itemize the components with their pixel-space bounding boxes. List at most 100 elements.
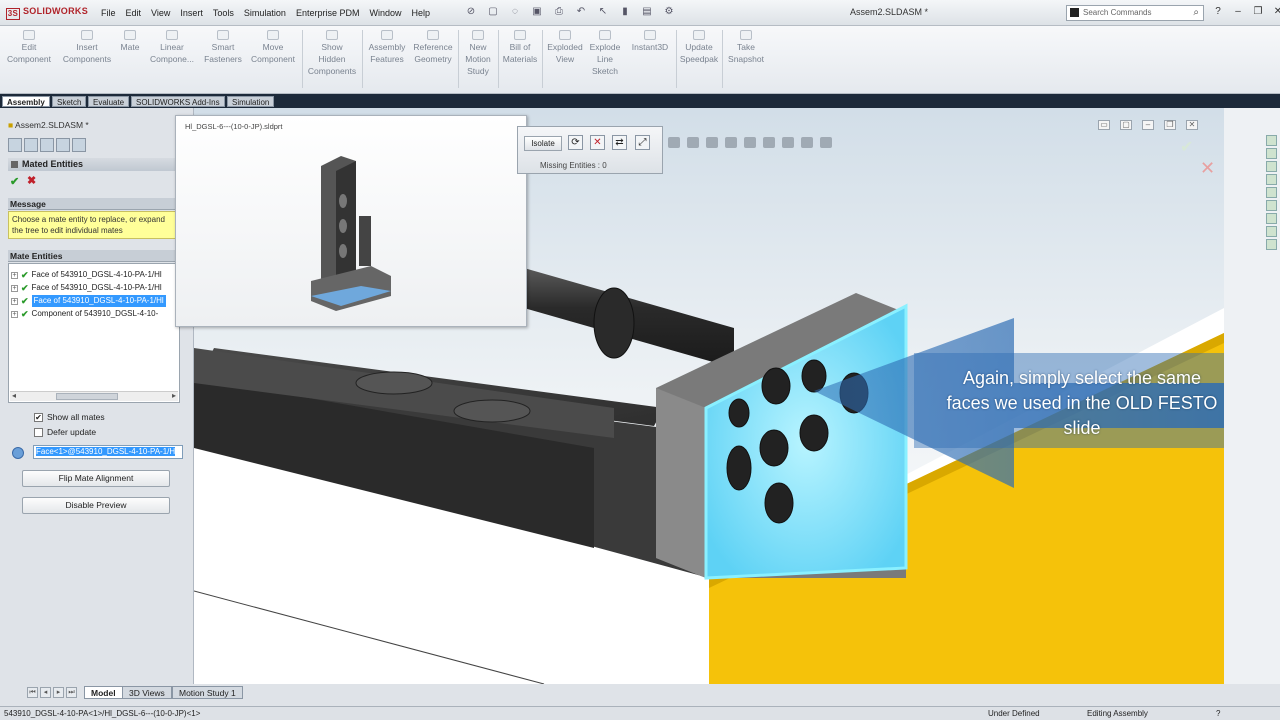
next-tab-icon[interactable]: ▸ xyxy=(53,687,64,698)
list-item[interactable]: + ✔ Component of 543910_DGSL-4-10- xyxy=(11,308,158,320)
expand-icon[interactable]: + xyxy=(11,271,18,279)
design-library-icon[interactable] xyxy=(1266,148,1277,159)
file-explorer-icon[interactable] xyxy=(1266,161,1277,172)
update-speedpak-button[interactable]: Update Speedpak xyxy=(678,30,720,65)
menu-tools[interactable]: Tools xyxy=(208,5,239,21)
edit-component-button[interactable]: Edit Component xyxy=(4,30,54,65)
tab-assembly[interactable]: Assembly xyxy=(2,96,50,107)
menu-help[interactable]: Help xyxy=(407,5,436,21)
tab-simulation[interactable]: Simulation xyxy=(227,96,275,107)
vp-close-icon[interactable]: ✕ xyxy=(1186,120,1198,130)
section-view-icon[interactable] xyxy=(706,137,718,148)
expand-icon[interactable]: + xyxy=(11,284,18,292)
menu-view[interactable]: View xyxy=(146,5,175,21)
checkbox-checked[interactable]: ✔ xyxy=(34,412,43,422)
explode-line-sketch-button[interactable]: Explode Line Sketch xyxy=(586,30,624,77)
tile-icon[interactable]: ▢ xyxy=(1120,120,1132,130)
flip-mate-alignment-button[interactable]: Flip Mate Alignment xyxy=(22,470,170,487)
tab-solidworks-addins[interactable]: SOLIDWORKS Add-Ins xyxy=(131,96,225,107)
zoom-fit-icon[interactable] xyxy=(668,137,680,148)
show-all-mates-checkbox[interactable]: ✔ Show all mates xyxy=(34,412,105,422)
prev-tab-icon[interactable]: ◂ xyxy=(40,687,51,698)
solidworks-resources-icon[interactable] xyxy=(1266,135,1277,146)
help-dropdown-icon[interactable]: ? xyxy=(1210,5,1226,19)
scroll-right-icon[interactable]: ▸ xyxy=(172,391,176,400)
feature-tree-title[interactable]: ■ Assem2.SLDASM * xyxy=(8,120,89,130)
last-tab-icon[interactable]: ⏭ xyxy=(66,687,77,698)
checkbox-unchecked[interactable] xyxy=(34,427,43,437)
feature-manager-icon[interactable] xyxy=(8,138,22,152)
custom-properties-icon[interactable] xyxy=(1266,200,1277,211)
confirmation-corner-cancel-icon[interactable]: ✕ xyxy=(1200,158,1215,179)
take-snapshot-button[interactable]: Take Snapshot xyxy=(724,30,768,65)
appearance-icon[interactable] xyxy=(782,137,794,148)
tab-sketch[interactable]: Sketch xyxy=(52,96,87,107)
tab-evaluate[interactable]: Evaluate xyxy=(88,96,130,107)
minimize-icon[interactable]: – xyxy=(1230,5,1246,19)
tab-3d-views[interactable]: 3D Views xyxy=(122,686,172,699)
undo-icon[interactable]: ↶ xyxy=(573,5,589,19)
show-hidden-components-button[interactable]: Show Hidden Components xyxy=(304,30,360,77)
appearances-icon[interactable] xyxy=(1266,187,1277,198)
solidworks-logo[interactable]: 3S SOLIDWORKS xyxy=(6,6,88,20)
delete-icon[interactable]: ✕ xyxy=(590,135,605,150)
linear-pattern-button[interactable]: Linear Compone... xyxy=(146,30,198,65)
new-document-icon[interactable]: ▢ xyxy=(485,5,501,19)
rebuild-icon[interactable]: ▮ xyxy=(617,5,633,19)
rotate-icon[interactable]: ⟳ xyxy=(568,135,583,150)
exploded-view-button[interactable]: Exploded View xyxy=(544,30,586,65)
view-palette-icon[interactable] xyxy=(1266,174,1277,185)
mate-button[interactable]: Mate xyxy=(116,30,144,53)
menu-simulation[interactable]: Simulation xyxy=(239,5,291,21)
bill-of-materials-button[interactable]: Bill of Materials xyxy=(500,30,540,65)
select-icon[interactable]: ↖ xyxy=(595,5,611,19)
confirmation-corner-ok-icon[interactable]: ✔ xyxy=(1180,137,1193,157)
menu-edit[interactable]: Edit xyxy=(121,5,147,21)
component-preview-window[interactable]: Hl_DGSL-6---(10-0-JP).sldprt xyxy=(175,115,527,327)
menu-enterprise-pdm[interactable]: Enterprise PDM xyxy=(291,5,365,21)
tab-motion-study-1[interactable]: Motion Study 1 xyxy=(172,686,243,699)
search-icon[interactable]: ⌕ xyxy=(1193,7,1199,18)
dimxpert-manager-icon[interactable] xyxy=(56,138,70,152)
mate-entities-list[interactable]: + ✔ Face of 543910_DGSL-4-10-PA-1/Hl + ✔ Fac… xyxy=(8,263,180,403)
split-view-icon[interactable]: ▭ xyxy=(1098,120,1110,130)
options-icon[interactable]: ⚙ xyxy=(661,5,677,19)
hide-show-icon[interactable] xyxy=(763,137,775,148)
restore-icon[interactable]: ❐ xyxy=(1250,5,1266,19)
view-orientation-icon[interactable] xyxy=(725,137,737,148)
ok-check-icon[interactable]: ✔ xyxy=(10,175,19,188)
vp-restore-icon[interactable]: ❐ xyxy=(1164,120,1176,130)
scrollbar-thumb[interactable] xyxy=(56,393,118,400)
defer-update-checkbox[interactable]: Defer update xyxy=(34,427,96,437)
save-icon[interactable]: ▣ xyxy=(529,5,545,19)
instant3d-button[interactable]: Instant3D xyxy=(626,30,674,53)
open-icon[interactable]: ◌ xyxy=(507,5,523,19)
selection-field[interactable]: Face<1>@543910_DGSL-4-10-PA-1/H xyxy=(33,445,183,459)
property-manager-icon[interactable] xyxy=(24,138,38,152)
scroll-left-icon[interactable]: ◂ xyxy=(12,391,16,400)
insert-components-button[interactable]: Insert Components xyxy=(58,30,116,65)
cancel-x-icon[interactable]: ✖ xyxy=(27,174,36,187)
tab-model[interactable]: Model xyxy=(84,686,123,699)
zoom-area-icon[interactable] xyxy=(687,137,699,148)
display-style-icon[interactable] xyxy=(744,137,756,148)
mate-entities-section-header[interactable]: Mate Entities xyxy=(8,250,178,262)
forum-icon[interactable] xyxy=(1266,213,1277,224)
vp-minimize-icon[interactable]: – xyxy=(1142,120,1154,130)
search-commands-input[interactable]: Search Commands ⌕ xyxy=(1066,5,1204,21)
zoom-to-fit-icon[interactable]: ⤢ xyxy=(635,135,650,150)
first-tab-icon[interactable]: ⏮ xyxy=(27,687,38,698)
pin-icon[interactable]: ⊘ xyxy=(463,5,479,19)
close-icon[interactable]: ✕ xyxy=(1270,5,1280,19)
list-item-selected[interactable]: + ✔ Face of 543910_DGSL-4-10-PA-1/Hl xyxy=(11,295,166,307)
isolate-button[interactable]: Isolate xyxy=(524,136,562,151)
scene-icon[interactable] xyxy=(801,137,813,148)
search-scope-icon[interactable] xyxy=(1070,8,1079,17)
assembly-features-button[interactable]: Assembly Features xyxy=(364,30,410,65)
reference-geometry-button[interactable]: Reference Geometry xyxy=(410,30,456,65)
menu-window[interactable]: Window xyxy=(364,5,406,21)
message-section-header[interactable]: Message xyxy=(8,198,178,210)
list-item[interactable]: + ✔ Face of 543910_DGSL-4-10-PA-1/Hl xyxy=(11,282,162,294)
display-manager-icon[interactable] xyxy=(72,138,86,152)
view-settings-icon[interactable] xyxy=(820,137,832,148)
